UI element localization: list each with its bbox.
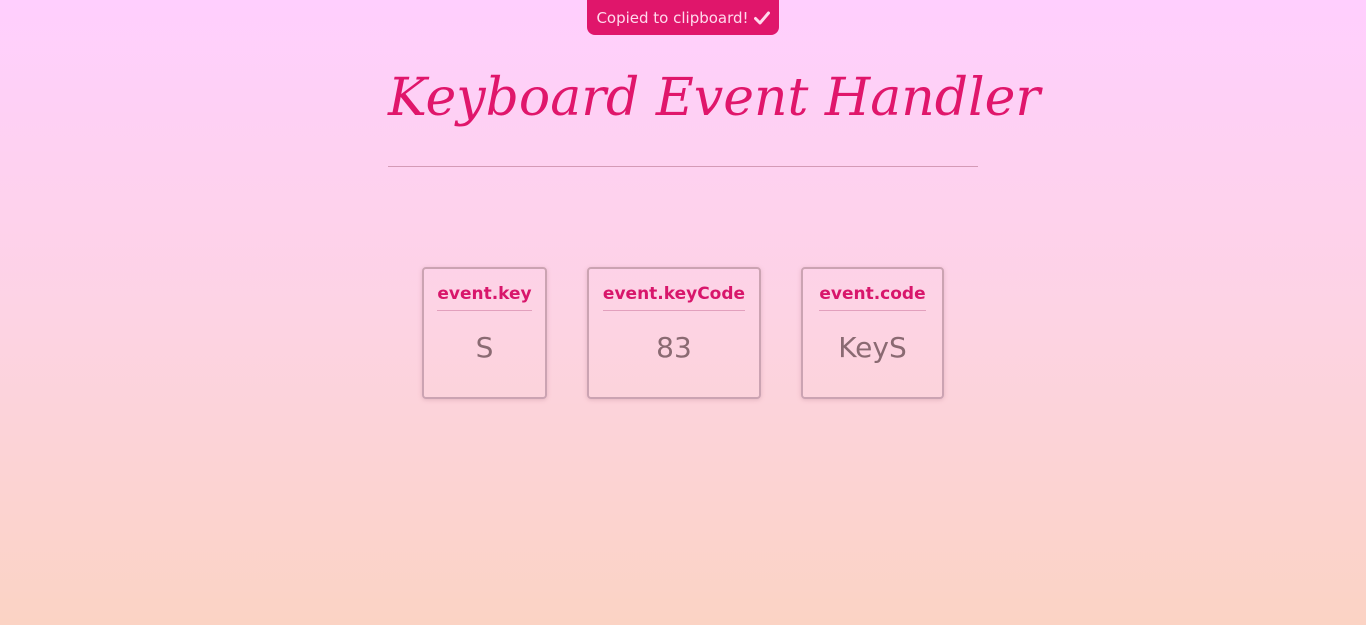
event-keycode-card[interactable]: event.keyCode 83 — [587, 267, 761, 399]
toast-message: Copied to clipboard! — [596, 8, 749, 27]
title-divider — [388, 166, 978, 167]
event-keycode-label: event.keyCode — [602, 284, 746, 311]
check-icon — [753, 11, 770, 24]
event-code-value: KeyS — [838, 331, 907, 364]
event-key-label: event.key — [437, 284, 532, 311]
event-keycode-value: 83 — [656, 331, 692, 364]
event-key-value: S — [475, 331, 494, 364]
page-title: Keyboard Event Handler — [388, 68, 1041, 128]
event-code-card[interactable]: event.code KeyS — [801, 267, 944, 399]
event-key-card[interactable]: event.key S — [422, 267, 547, 399]
copied-toast: Copied to clipboard! — [587, 0, 779, 35]
event-code-label: event.code — [819, 284, 926, 311]
